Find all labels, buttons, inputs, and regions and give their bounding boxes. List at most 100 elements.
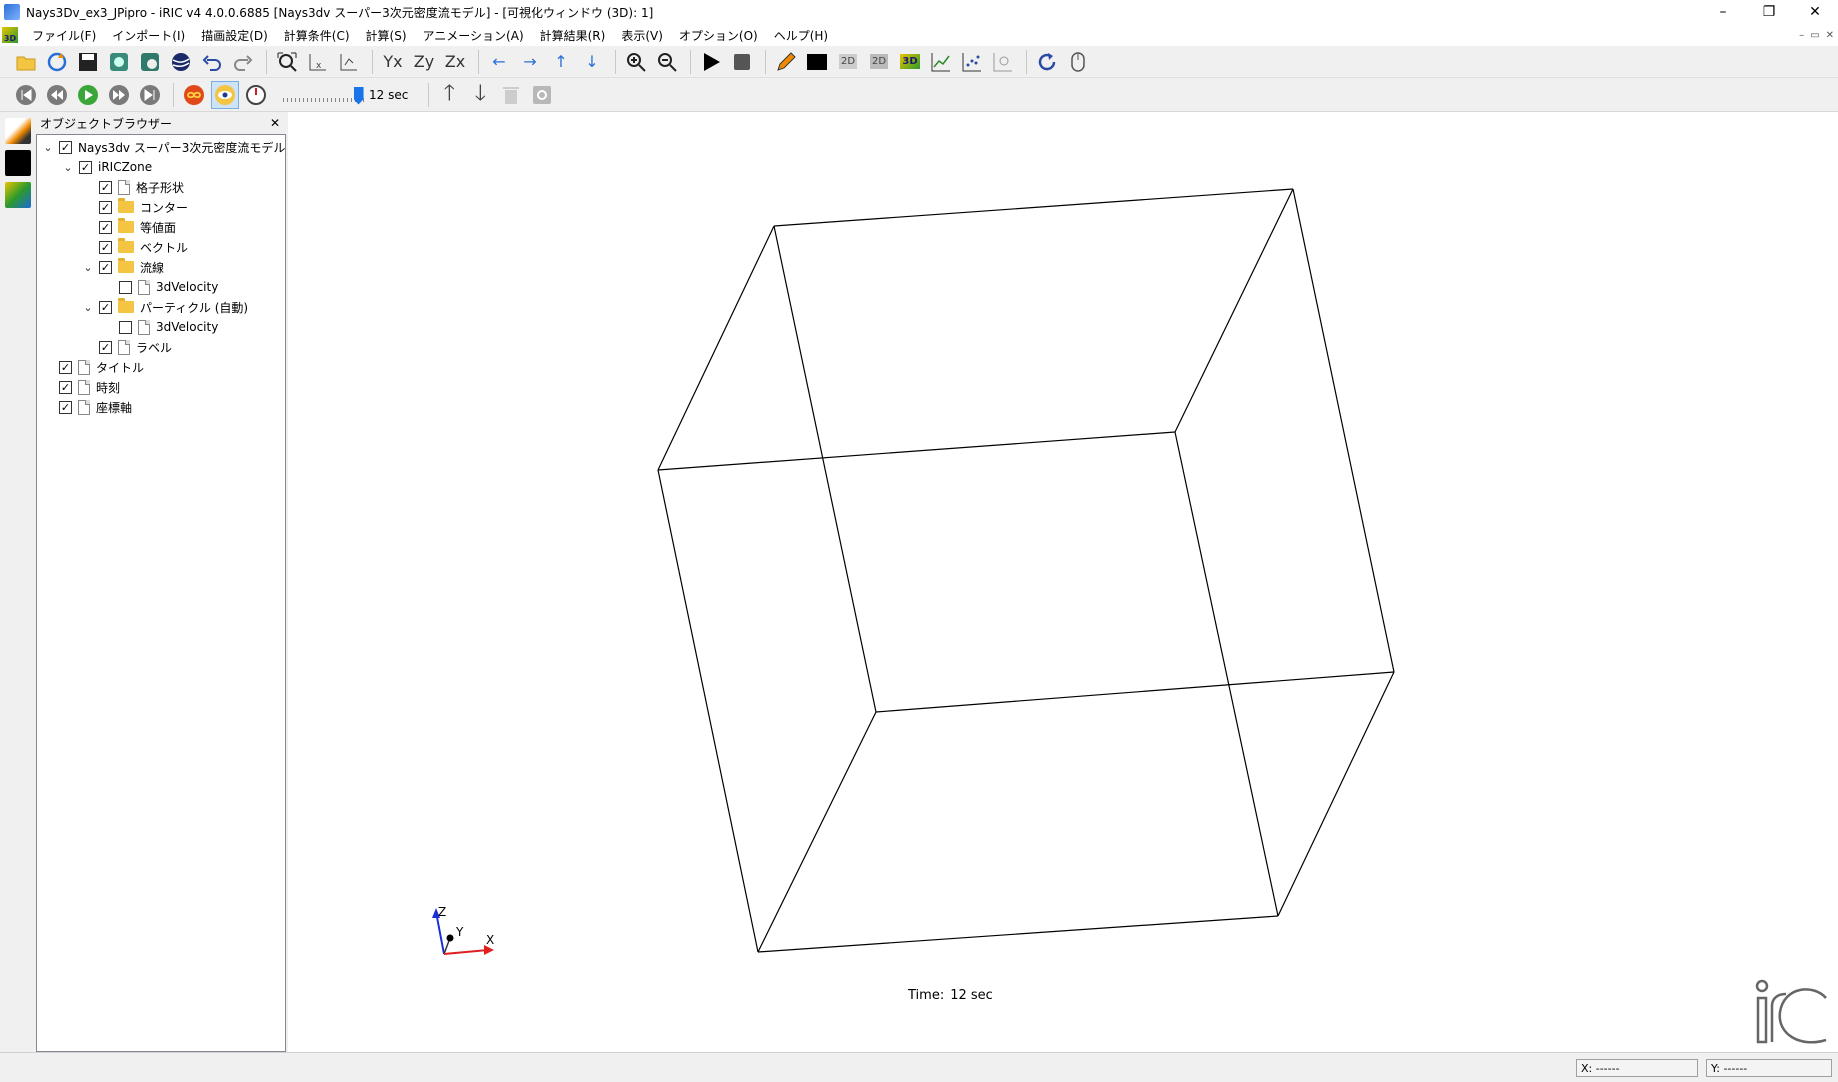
mdi-minimize-button[interactable]: – [1799,30,1804,41]
tree-item[interactable]: ✓ 格子形状 [81,177,184,197]
tree-item[interactable]: ✓ 時刻 [41,377,120,397]
menu-calc-results[interactable]: 計算結果(R) [532,27,614,44]
menu-options[interactable]: オプション(O) [671,27,766,44]
run-icon[interactable] [697,48,725,76]
zoom-out-icon[interactable] [653,48,681,76]
zx-view-button[interactable]: Zx [441,48,469,76]
expand-chevron-icon[interactable]: ⌄ [41,140,55,154]
tree-item[interactable]: ⌄ ✓ Nays3dv スーパー3次元密度流モデル Gr... [41,137,285,157]
mouse-icon[interactable] [1064,48,1092,76]
time-slider[interactable] [283,83,365,107]
tree-item-checkbox[interactable]: ✓ [99,220,112,234]
restore-button[interactable]: ❐ [1746,0,1792,24]
tree-item-checkbox[interactable]: ✓ [59,140,72,154]
expand-chevron-icon[interactable]: ⌄ [61,160,75,174]
first-frame-icon[interactable] [12,81,40,109]
snapshot-continuous-icon[interactable] [136,48,164,76]
tree-item[interactable]: ✓ 等値面 [81,217,176,237]
last-frame-icon[interactable] [136,81,164,109]
redo-icon[interactable] [229,48,257,76]
fast-forward-icon[interactable] [105,81,133,109]
undo-icon[interactable] [198,48,226,76]
menu-import[interactable]: インポート(I) [104,27,193,44]
arrow-down-icon[interactable]: ↓ [578,48,606,76]
object-browser-close-icon[interactable]: ✕ [270,116,280,130]
zoom-in-icon[interactable] [622,48,650,76]
time-slider-thumb[interactable] [353,86,364,105]
tree-item[interactable]: ✓ 座標軸 [41,397,132,417]
tree-item-checkbox[interactable]: ✓ [99,340,112,354]
menu-help[interactable]: ヘルプ(H) [766,27,836,44]
open-icon[interactable] [12,48,40,76]
snapshot-icon[interactable] [105,48,133,76]
move-down-icon[interactable]: 🡓 [466,81,494,109]
tree-item-checkbox[interactable]: ✓ [99,300,112,314]
tree-item-checkbox[interactable]: ✓ [99,260,112,274]
console-window-icon[interactable] [5,150,31,176]
timer-icon[interactable] [242,81,270,109]
tree-item-checkbox[interactable]: ✓ [99,180,112,194]
move-up-icon[interactable]: 🡑 [435,81,463,109]
yx-view-button[interactable]: Yx [379,48,407,76]
tree-item-checkbox[interactable]: ✓ [59,380,72,394]
stop-icon[interactable] [728,48,756,76]
3d-view-icon[interactable] [5,182,31,208]
tree-item-checkbox[interactable]: ✓ [79,160,92,174]
tree-item[interactable]: ✓ コンター [81,197,188,217]
mdi-restore-button[interactable]: ▭ [1810,30,1819,41]
minimize-button[interactable]: – [1700,0,1746,24]
3d-scene[interactable]: Z Y X [288,112,1838,1052]
menu-calc-conditions[interactable]: 計算条件(C) [276,27,358,44]
expand-chevron-icon[interactable]: ⌄ [81,260,95,274]
tree-item-checkbox[interactable]: ✓ [99,240,112,254]
save-icon[interactable] [74,48,102,76]
3d-window-icon[interactable]: 3D [2,27,18,43]
tree-item-checkbox[interactable] [119,280,132,294]
2d-icon[interactable]: 2D [834,48,862,76]
tree-item-checkbox[interactable]: ✓ [99,200,112,214]
arrow-left-icon[interactable]: ← [485,48,513,76]
menu-calculation[interactable]: 計算(S) [358,27,415,44]
xaxis-icon[interactable]: x [304,48,332,76]
tree-item-checkbox[interactable] [119,320,132,334]
expand-chevron-icon[interactable]: ⌄ [81,300,95,314]
loop-icon[interactable] [180,81,208,109]
tree-item[interactable]: ⌄ ✓ パーティクル (自動) [81,297,248,317]
3d-viewport[interactable]: Z Y X Time: 12 sec [288,112,1838,1052]
zy-view-button[interactable]: Zy [410,48,438,76]
tree-item[interactable]: ✓ ラベル [81,337,172,357]
tree-item[interactable]: ⌄ ✓ 流線 [81,257,164,277]
probe-icon[interactable] [989,48,1017,76]
tree-item[interactable]: 3dVelocity [101,317,218,337]
menu-file[interactable]: ファイル(F) [24,27,104,44]
tree-item-checkbox[interactable]: ✓ [59,360,72,374]
xaxis-scale-icon[interactable] [335,48,363,76]
menu-view[interactable]: 表示(V) [613,27,671,44]
reload-icon[interactable] [43,48,71,76]
tree-item-checkbox[interactable]: ✓ [59,400,72,414]
tree-item[interactable]: ✓ ベクトル [81,237,188,257]
menu-animation[interactable]: アニメーション(A) [415,27,532,44]
graph-icon[interactable] [927,48,955,76]
tree-item[interactable]: 3dVelocity [101,277,218,297]
google-earth-icon[interactable] [167,48,195,76]
mdi-close-button[interactable]: ✕ [1826,30,1834,41]
2d-bird-icon[interactable]: 2D [865,48,893,76]
tree-item[interactable]: ✓ タイトル [41,357,144,377]
delete-icon[interactable] [497,81,525,109]
settings-icon[interactable] [528,81,556,109]
rewind-icon[interactable] [43,81,71,109]
refresh-icon[interactable] [1033,48,1061,76]
close-button[interactable]: ✕ [1792,0,1838,24]
follow-view-icon[interactable] [211,80,239,109]
scatter-icon[interactable] [958,48,986,76]
3d-icon[interactable]: 3D [896,48,924,76]
zoom-fit-icon[interactable] [273,48,301,76]
play-icon[interactable] [74,81,102,109]
arrow-right-icon[interactable]: → [516,48,544,76]
pencil-icon[interactable] [772,48,800,76]
arrow-up-icon[interactable]: ↑ [547,48,575,76]
menu-draw-settings[interactable]: 描画設定(D) [193,27,276,44]
console-icon[interactable] [803,48,831,76]
tree-item[interactable]: ⌄ ✓ iRICZone [61,157,152,177]
